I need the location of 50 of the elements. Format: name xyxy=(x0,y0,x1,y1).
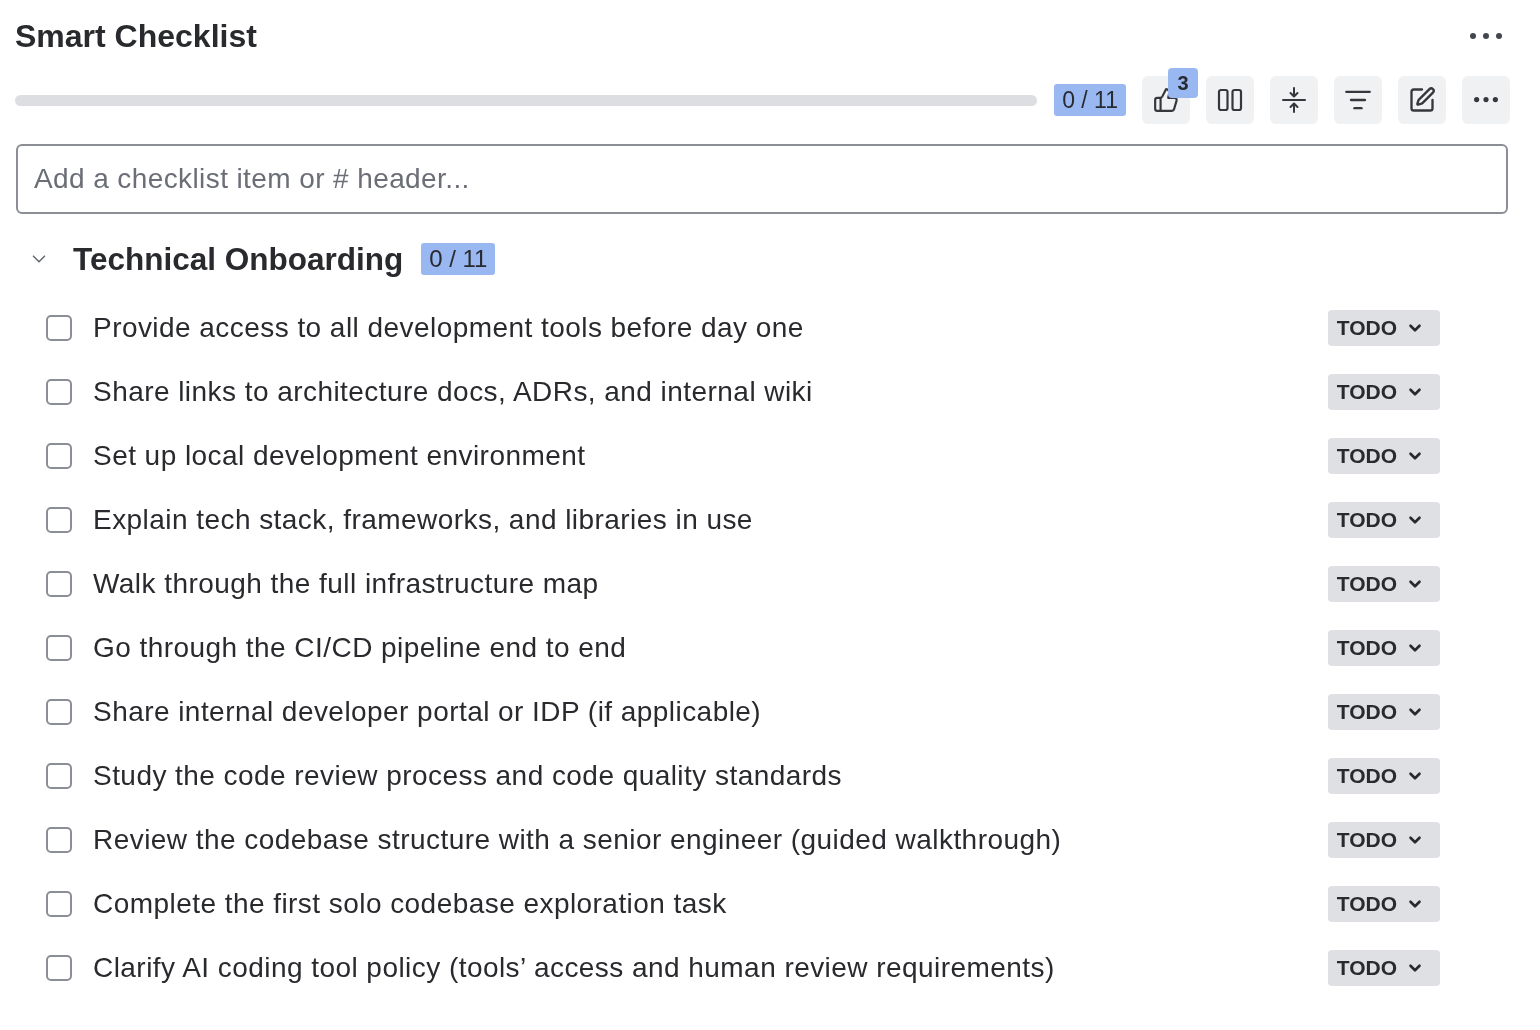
section-title: Technical Onboarding xyxy=(73,240,404,278)
item-text: Share internal developer portal or IDP (if applicable) xyxy=(93,696,763,728)
collapse-button[interactable] xyxy=(1270,76,1318,124)
collapse-icon xyxy=(1282,87,1306,113)
status-dropdown[interactable]: TODO xyxy=(1327,886,1440,922)
thumbs-up-icon xyxy=(1153,87,1179,113)
status-dropdown[interactable]: TODO xyxy=(1327,502,1440,538)
columns-button[interactable] xyxy=(1206,76,1254,124)
status-dropdown[interactable]: TODO xyxy=(1327,438,1440,474)
item-text: Provide access to all development tools before day one xyxy=(93,312,805,344)
edit-icon xyxy=(1408,86,1436,114)
count-badge: 3 xyxy=(1168,68,1198,98)
item-text: Set up local development environment xyxy=(93,440,587,472)
status-dropdown[interactable]: TODO xyxy=(1327,822,1440,858)
item-text: Share links to architecture docs, ADRs, and internal wiki xyxy=(93,376,814,408)
section-count: 0 / 11 xyxy=(421,243,496,275)
checkbox[interactable] xyxy=(46,379,72,405)
status-dropdown[interactable]: TODO xyxy=(1327,310,1440,346)
status-dropdown[interactable]: TODO xyxy=(1327,630,1440,666)
checkbox[interactable] xyxy=(46,763,72,789)
more-icon xyxy=(1470,33,1502,39)
status-dropdown[interactable]: TODO xyxy=(1327,758,1440,794)
more-icon xyxy=(1474,97,1498,103)
add-item-field[interactable]: Add a checklist item or # header... xyxy=(16,144,1508,214)
status-dropdown[interactable]: TODO xyxy=(1327,950,1440,986)
item-text: Walk through the full infrastructure map xyxy=(93,568,600,600)
checkbox[interactable] xyxy=(46,827,72,853)
checkbox[interactable] xyxy=(46,955,72,981)
item-text: Go through the CI/CD pipeline end to end xyxy=(93,632,628,664)
item-text: Clarify AI coding tool policy (tools’ access and human review requirements) xyxy=(93,952,1056,984)
columns-icon xyxy=(1217,88,1243,112)
item-text: Review the codebase structure with a senior engineer (guided walkthrough) xyxy=(93,824,1063,856)
checklist-title: Smart Checklist xyxy=(15,17,257,55)
item-text: Study the code review process and code quality standards xyxy=(93,760,843,792)
progress-count: 0 / 11 xyxy=(1054,84,1126,116)
checkbox[interactable] xyxy=(46,699,72,725)
filter-button[interactable] xyxy=(1334,76,1382,124)
checkbox[interactable] xyxy=(46,635,72,661)
checkbox[interactable] xyxy=(46,315,72,341)
status-dropdown[interactable]: TODO xyxy=(1327,374,1440,410)
checkbox[interactable] xyxy=(46,891,72,917)
item-text: Explain tech stack, frameworks, and libraries in use xyxy=(93,504,754,536)
status-dropdown[interactable]: TODO xyxy=(1327,566,1440,602)
more-button[interactable] xyxy=(1462,76,1510,124)
status-dropdown[interactable]: TODO xyxy=(1327,694,1440,730)
checkbox[interactable] xyxy=(46,571,72,597)
edit-button[interactable] xyxy=(1398,76,1446,124)
checkbox[interactable] xyxy=(46,443,72,469)
checkbox[interactable] xyxy=(46,507,72,533)
item-text: Complete the first solo codebase exploration task xyxy=(93,888,728,920)
